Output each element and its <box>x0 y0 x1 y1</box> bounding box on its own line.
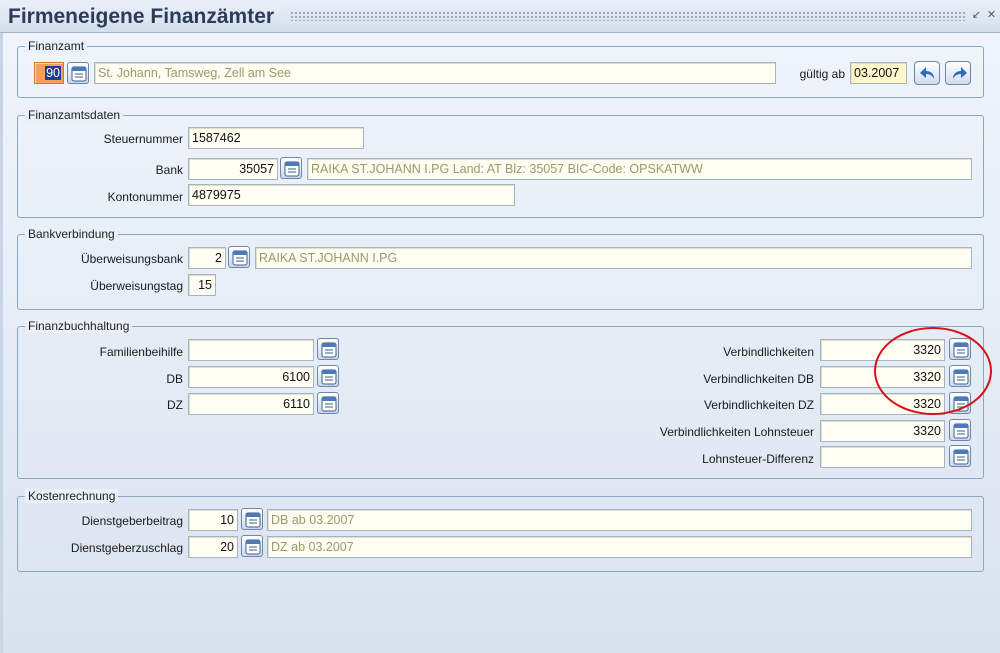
familienbeihilfe-field[interactable] <box>188 339 314 361</box>
dienstgeberzuschlag-lov-button[interactable] <box>241 535 263 557</box>
ueberweisungstag-label: Überweisungstag <box>90 279 183 293</box>
steuernummer-field[interactable]: 1587462 <box>188 127 364 149</box>
close-icon[interactable]: ✕ <box>985 9 998 22</box>
ueberweisungsbank-label: Überweisungsbank <box>80 252 183 266</box>
list-of-values-icon <box>284 161 300 177</box>
ueberweisungsbank-lov-button[interactable] <box>228 246 250 268</box>
window-frame-left <box>0 33 3 653</box>
lohnsteuer-differenz-field[interactable] <box>820 446 945 468</box>
finanzamt-lov-button[interactable] <box>67 62 89 84</box>
verbindlichkeiten-lohnsteuer-lov-button[interactable] <box>949 419 971 441</box>
finanzamt-name-field[interactable]: St. Johann, Tamsweg, Zell am See <box>94 62 776 84</box>
dienstgeberbeitrag-field[interactable]: 10 <box>188 509 238 531</box>
forward-arrow-icon <box>953 67 967 79</box>
dienstgeberbeitrag-label: Dienstgeberbeitrag <box>81 514 183 528</box>
finanzamt-legend: Finanzamt <box>25 39 88 53</box>
list-of-values-icon <box>245 539 261 555</box>
back-arrow-icon <box>920 67 934 79</box>
verbindlichkeiten-db-label: Verbindlichkeiten DB <box>703 372 814 386</box>
familienbeihilfe-lov-button[interactable] <box>317 338 339 360</box>
ueberweisungstag-field[interactable]: 15 <box>188 274 216 296</box>
bankverbindung-group: Bankverbindung <box>17 227 984 310</box>
verbindlichkeiten-lohnsteuer-label: Verbindlichkeiten Lohnsteuer <box>659 425 814 439</box>
db-label: DB <box>166 372 183 386</box>
dienstgeberzuschlag-label: Dienstgeberzuschlag <box>70 541 183 555</box>
list-of-values-icon <box>953 423 969 439</box>
db-lov-button[interactable] <box>317 365 339 387</box>
verbindlichkeiten-label: Verbindlichkeiten <box>723 345 814 359</box>
bank-description-field[interactable]: RAIKA ST.JOHANN I.PG Land: AT Blz: 35057… <box>307 158 972 180</box>
bank-lov-button[interactable] <box>280 157 302 179</box>
ueberweisungsbank-code-field[interactable]: 2 <box>188 247 226 269</box>
list-of-values-icon <box>953 449 969 465</box>
list-of-values-icon <box>71 66 87 82</box>
bankverbindung-legend: Bankverbindung <box>25 227 118 241</box>
kontonummer-field[interactable]: 4879975 <box>188 184 515 206</box>
list-of-values-icon <box>321 396 337 412</box>
dz-label: DZ <box>167 398 183 412</box>
kostenrechnung-group: Kostenrechnung <box>17 489 984 572</box>
familienbeihilfe-label: Familienbeihilfe <box>99 345 183 359</box>
lohnsteuer-differenz-lov-button[interactable] <box>949 445 971 467</box>
dienstgeberzuschlag-description-field[interactable]: DZ ab 03.2007 <box>267 536 972 558</box>
dienstgeberbeitrag-description-field[interactable]: DB ab 03.2007 <box>267 509 972 531</box>
db-field[interactable]: 6100 <box>188 366 314 388</box>
list-of-values-icon <box>232 250 248 266</box>
bank-label: Bank <box>155 163 183 177</box>
back-button[interactable] <box>914 61 940 85</box>
verbindlichkeiten-dz-label: Verbindlichkeiten DZ <box>703 398 814 412</box>
bank-code-field[interactable]: 35057 <box>188 158 278 180</box>
forward-button[interactable] <box>945 61 971 85</box>
dienstgeberbeitrag-lov-button[interactable] <box>241 508 263 530</box>
kontonummer-label: Kontonummer <box>107 190 183 204</box>
finanzamt-code-field[interactable]: 90 <box>34 62 64 84</box>
dz-lov-button[interactable] <box>317 392 339 414</box>
window-title: Firmeneigene Finanzämter <box>8 5 283 29</box>
dienstgeberzuschlag-field[interactable]: 20 <box>188 536 238 558</box>
title-bar: Firmeneigene Finanzämter ↙ ✕ <box>0 0 1000 33</box>
finanzbuchhaltung-legend: Finanzbuchhaltung <box>25 319 133 333</box>
gueltig-ab-field[interactable]: 03.2007 <box>850 62 907 84</box>
list-of-values-icon <box>245 512 261 528</box>
title-bar-pattern <box>290 11 965 21</box>
annotation-ellipse <box>874 327 992 415</box>
steuernummer-label: Steuernummer <box>103 132 183 146</box>
lohnsteuer-differenz-label: Lohnsteuer-Differenz <box>702 452 814 466</box>
minimize-icon[interactable]: ↙ <box>970 9 983 22</box>
list-of-values-icon <box>321 342 337 358</box>
ueberweisungsbank-description-field[interactable]: RAIKA ST.JOHANN I.PG <box>255 247 972 269</box>
gueltig-ab-label: gültig ab <box>799 67 845 81</box>
finanzamtsdaten-legend: Finanzamtsdaten <box>25 108 124 122</box>
list-of-values-icon <box>321 369 337 385</box>
verbindlichkeiten-lohnsteuer-field[interactable]: 3320 <box>820 420 945 442</box>
dz-field[interactable]: 6110 <box>188 393 314 415</box>
kostenrechnung-legend: Kostenrechnung <box>25 489 119 503</box>
